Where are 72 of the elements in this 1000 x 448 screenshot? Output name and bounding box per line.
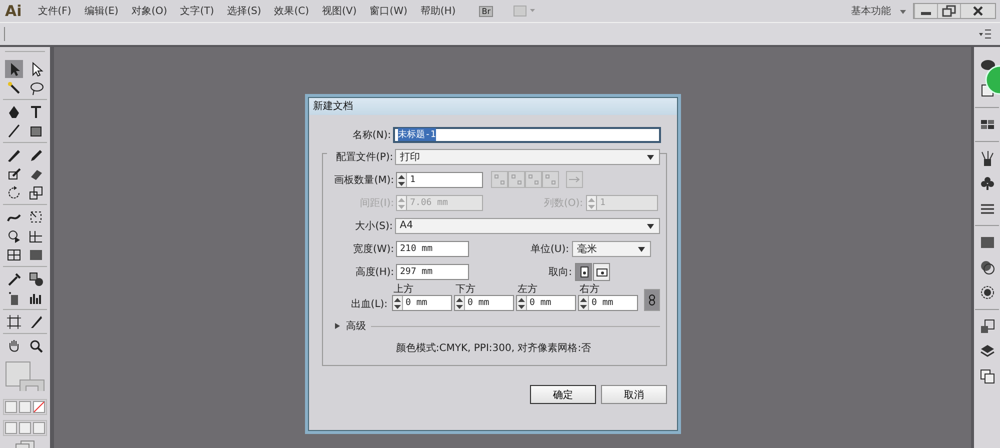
name-field[interactable]: 未标题-1 xyxy=(393,126,661,142)
ok-button[interactable]: 确定 xyxy=(530,385,596,404)
bridge-button[interactable]: Br xyxy=(478,6,494,16)
bleed-side-label: 下方 xyxy=(454,284,477,295)
name-value: 未标题-1 xyxy=(398,128,436,141)
menu-item[interactable]: 编辑(E) xyxy=(84,4,118,18)
bleed-field[interactable]: 0 mm xyxy=(578,295,638,311)
blend-icon[interactable] xyxy=(27,270,45,288)
menu-item[interactable]: 选择(S) xyxy=(227,4,262,18)
workspace-switcher[interactable]: 基本功能 xyxy=(851,4,891,18)
caret-icon xyxy=(646,222,655,230)
scale-icon[interactable] xyxy=(27,184,45,202)
none-swatch-icon[interactable] xyxy=(33,400,45,413)
field-label: 宽度(W): xyxy=(352,242,395,256)
club-icon[interactable] xyxy=(978,175,996,192)
artboard-count-field[interactable]: 1 xyxy=(396,172,483,188)
gradient-swatch-icon[interactable] xyxy=(978,234,996,251)
transparency-circles-icon[interactable] xyxy=(978,259,996,276)
cancel-button[interactable]: 取消 xyxy=(601,385,667,404)
field-label: 高度(H): xyxy=(354,266,395,278)
spinner-icon[interactable] xyxy=(397,172,407,186)
color-mode-button[interactable] xyxy=(5,400,17,413)
panel-menu-icon[interactable] xyxy=(978,28,992,40)
menu-item[interactable]: 效果(C) xyxy=(274,4,310,18)
portrait-page-icon xyxy=(578,266,590,278)
caret-icon xyxy=(637,244,646,252)
field-label: 画板数量(M): xyxy=(333,174,395,186)
units-dropdown[interactable]: 毫米 xyxy=(572,240,651,256)
height-field[interactable]: 297 mm xyxy=(396,264,469,280)
width-field[interactable]: 210 mm xyxy=(396,240,469,256)
profile-dropdown[interactable]: 打印 xyxy=(395,148,660,164)
menu-item[interactable]: 文件(F) xyxy=(38,4,72,18)
field-label: 配置文件(P): xyxy=(327,150,396,164)
graphic-styles-icon[interactable] xyxy=(978,318,996,335)
menu-item[interactable]: 窗口(W) xyxy=(370,4,408,18)
caret-icon xyxy=(646,152,655,160)
field-label: 名称(N): xyxy=(351,128,392,142)
spinner-icon[interactable] xyxy=(454,296,465,310)
menu-item[interactable]: 帮助(H) xyxy=(420,4,456,18)
field-label: 大小(S): xyxy=(354,220,394,232)
bleed-side-label: 右方 xyxy=(578,284,601,295)
spinner-icon[interactable] xyxy=(392,296,403,310)
advanced-label[interactable]: 高级 xyxy=(346,319,366,333)
bleed-field[interactable]: 0 mm xyxy=(516,295,576,311)
landscape-button[interactable] xyxy=(593,262,610,280)
bleed-side-label: 上方 xyxy=(392,284,415,295)
caret-icon xyxy=(899,7,907,15)
portrait-button[interactable] xyxy=(575,262,592,280)
link-bleed-button[interactable] xyxy=(644,289,660,311)
menu-item[interactable]: 对象(O) xyxy=(131,4,168,18)
menu-item[interactable]: 文字(T) xyxy=(180,4,214,18)
menu-item[interactable]: 视图(V) xyxy=(322,4,357,18)
screen-mode-icon[interactable] xyxy=(15,440,35,448)
dialog-title: 新建文档 xyxy=(309,98,677,115)
bleed-field[interactable]: 0 mm xyxy=(392,295,452,311)
landscape-page-icon xyxy=(596,266,608,278)
document-info-text: 颜色模式:CMYK, PPI:300, 对齐像素网格:否 xyxy=(394,342,592,355)
app-logo: Ai xyxy=(5,2,22,20)
field-label: 出血(L): xyxy=(350,298,389,311)
spinner-icon[interactable] xyxy=(578,296,589,310)
chain-link-icon xyxy=(648,294,656,306)
field-label: 取向: xyxy=(548,266,573,278)
brush-pot-icon[interactable] xyxy=(978,150,996,167)
spinner-icon[interactable] xyxy=(516,296,527,310)
bleed-side-label: 左方 xyxy=(516,284,539,295)
bleed-field[interactable]: 0 mm xyxy=(454,295,514,311)
appearance-circle-icon[interactable] xyxy=(978,284,996,301)
field-label: 单位(U): xyxy=(530,242,570,256)
artboards-panel-icon[interactable] xyxy=(978,368,996,385)
artboard-icon[interactable] xyxy=(5,313,23,332)
disclosure-triangle-icon[interactable] xyxy=(333,322,341,330)
size-dropdown[interactable]: A4 xyxy=(394,218,660,234)
